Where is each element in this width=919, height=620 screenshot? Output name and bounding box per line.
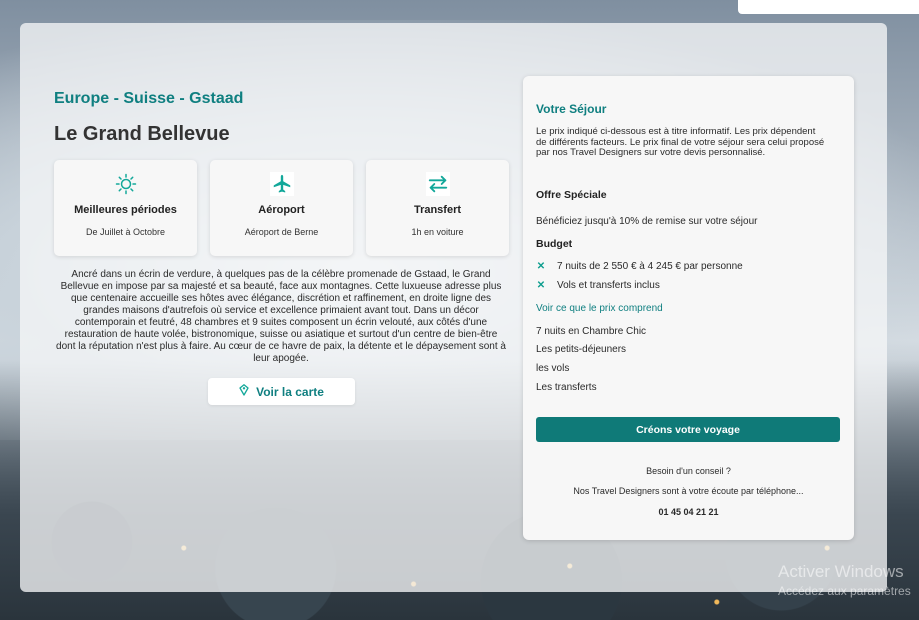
info-card-subtitle: De Juillet à Octobre: [85, 227, 166, 237]
hotel-title: Le Grand Bellevue: [54, 123, 230, 145]
destination-breadcrumb: Europe - Suisse - Gstaad: [54, 90, 244, 107]
info-card-title: Meilleures périodes: [74, 204, 177, 216]
map-pin-icon: [239, 384, 249, 399]
include-item: les vols: [536, 363, 570, 374]
include-item: 7 nuits en Chambre Chic: [536, 326, 647, 337]
check-x-icon: ✕: [536, 280, 546, 291]
budget-item-text: 7 nuits de 2 550 € à 4 245 € par personn…: [557, 261, 743, 272]
info-card-subtitle: 1h en voiture: [411, 227, 464, 237]
view-map-label: Voir la carte: [256, 384, 324, 399]
include-item: Les petits-déjeuners: [536, 344, 627, 355]
info-card-subtitle: Aéroport de Berne: [244, 227, 319, 237]
info-card-title: Transfert: [413, 204, 462, 216]
special-offer-text: Bénéficiez jusqu'à 10% de remise sur vot…: [536, 216, 758, 227]
info-card-best-periods: Meilleures périodes De Juillet à Octobre: [54, 160, 197, 256]
hotel-description: Ancré dans un écrin de verdure, à quelqu…: [56, 269, 506, 364]
watermark-line2: Accédez aux paramètres: [778, 584, 911, 598]
help-title: Besoin d'un conseil ?: [646, 466, 731, 476]
sejour-title: Votre Séjour: [536, 102, 607, 116]
info-card-title: Aéroport: [258, 204, 305, 216]
include-item: Les transferts: [536, 382, 597, 393]
budget-heading: Budget: [536, 238, 573, 250]
budget-item: ✕ Vols et transferts inclus: [536, 280, 660, 291]
budget-item: ✕ 7 nuits de 2 550 € à 4 245 € par perso…: [536, 261, 743, 272]
create-trip-button[interactable]: Créons votre voyage: [536, 417, 840, 442]
help-text: Nos Travel Designers sont à votre écoute…: [573, 486, 804, 496]
top-header-strip: [738, 0, 919, 14]
watermark-line1: Activer Windows: [778, 562, 904, 581]
phone-number[interactable]: 01 45 04 21 21: [523, 507, 854, 517]
sun-icon: [114, 172, 138, 196]
special-offer-heading: Offre Spéciale: [536, 189, 607, 201]
sejour-card: Votre Séjour Le prix indiqué ci-dessous …: [523, 76, 854, 540]
transfer-arrows-icon: [425, 172, 450, 196]
info-card-airport: Aéroport Aéroport de Berne: [210, 160, 353, 256]
check-x-icon: ✕: [536, 261, 546, 272]
budget-item-text: Vols et transferts inclus: [557, 280, 660, 291]
info-card-transfer: Transfert 1h en voiture: [366, 160, 509, 256]
windows-activation-watermark: Activer Windows Accédez aux paramètres: [778, 562, 911, 598]
price-includes-link[interactable]: Voir ce que le prix comprend: [536, 303, 663, 314]
view-map-button[interactable]: Voir la carte: [208, 378, 355, 405]
price-disclaimer: Le prix indiqué ci-dessous est à titre i…: [536, 126, 825, 158]
airplane-icon: [269, 172, 294, 196]
